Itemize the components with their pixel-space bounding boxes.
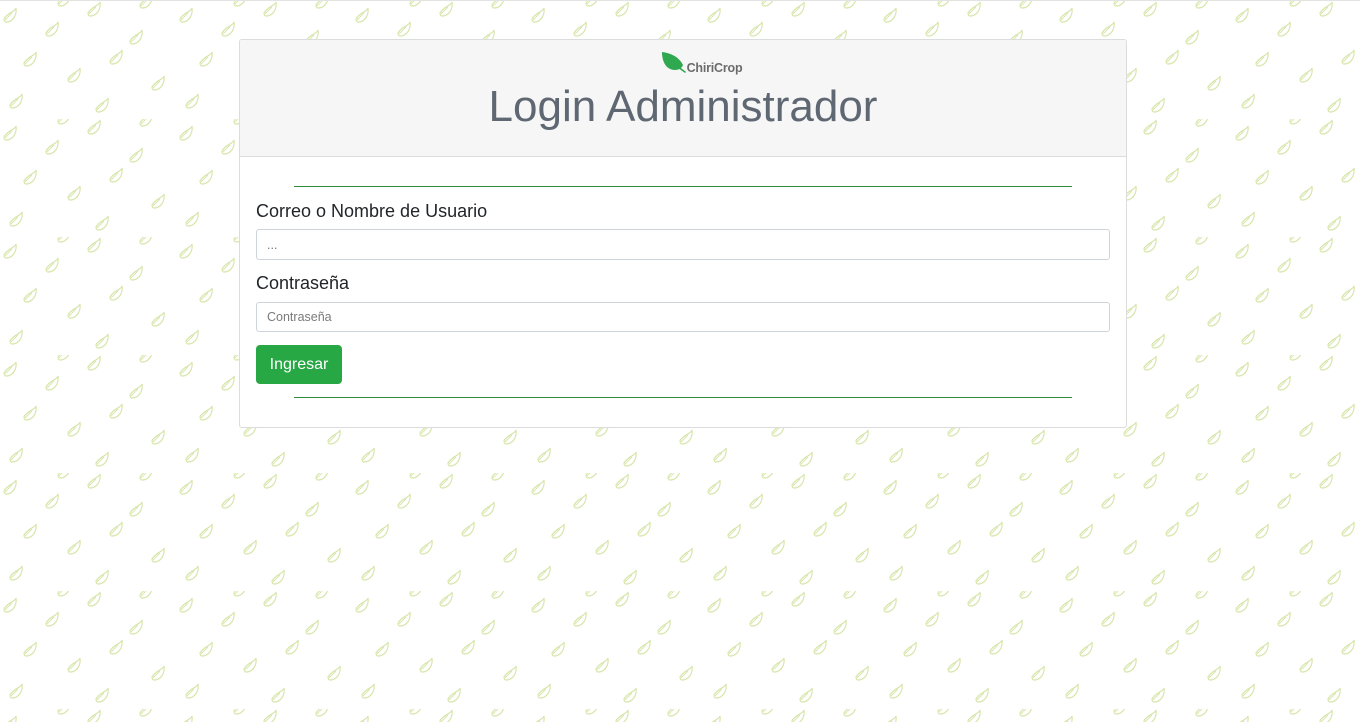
password-input[interactable] xyxy=(256,302,1110,332)
top-divider xyxy=(294,186,1072,187)
brand-logo-group: ChiriCrop xyxy=(660,51,743,75)
page-title: Login Administrador xyxy=(488,82,878,131)
bottom-divider xyxy=(294,397,1072,398)
password-label: Contraseña xyxy=(256,273,350,293)
login-form: Correo o Nombre de Usuario Contraseña In… xyxy=(240,157,1126,427)
brand-name: ChiriCrop xyxy=(686,61,743,75)
login-card-header: ChiriCrop Login Administrador xyxy=(240,40,1126,157)
username-label: Correo o Nombre de Usuario xyxy=(256,201,488,221)
leaf-icon xyxy=(660,51,686,75)
brand-logo: ChiriCrop xyxy=(240,51,1126,77)
username-input[interactable] xyxy=(256,229,1110,260)
login-button[interactable]: Ingresar xyxy=(256,345,342,384)
login-card: ChiriCrop Login Administrador Correo o N… xyxy=(239,39,1127,428)
